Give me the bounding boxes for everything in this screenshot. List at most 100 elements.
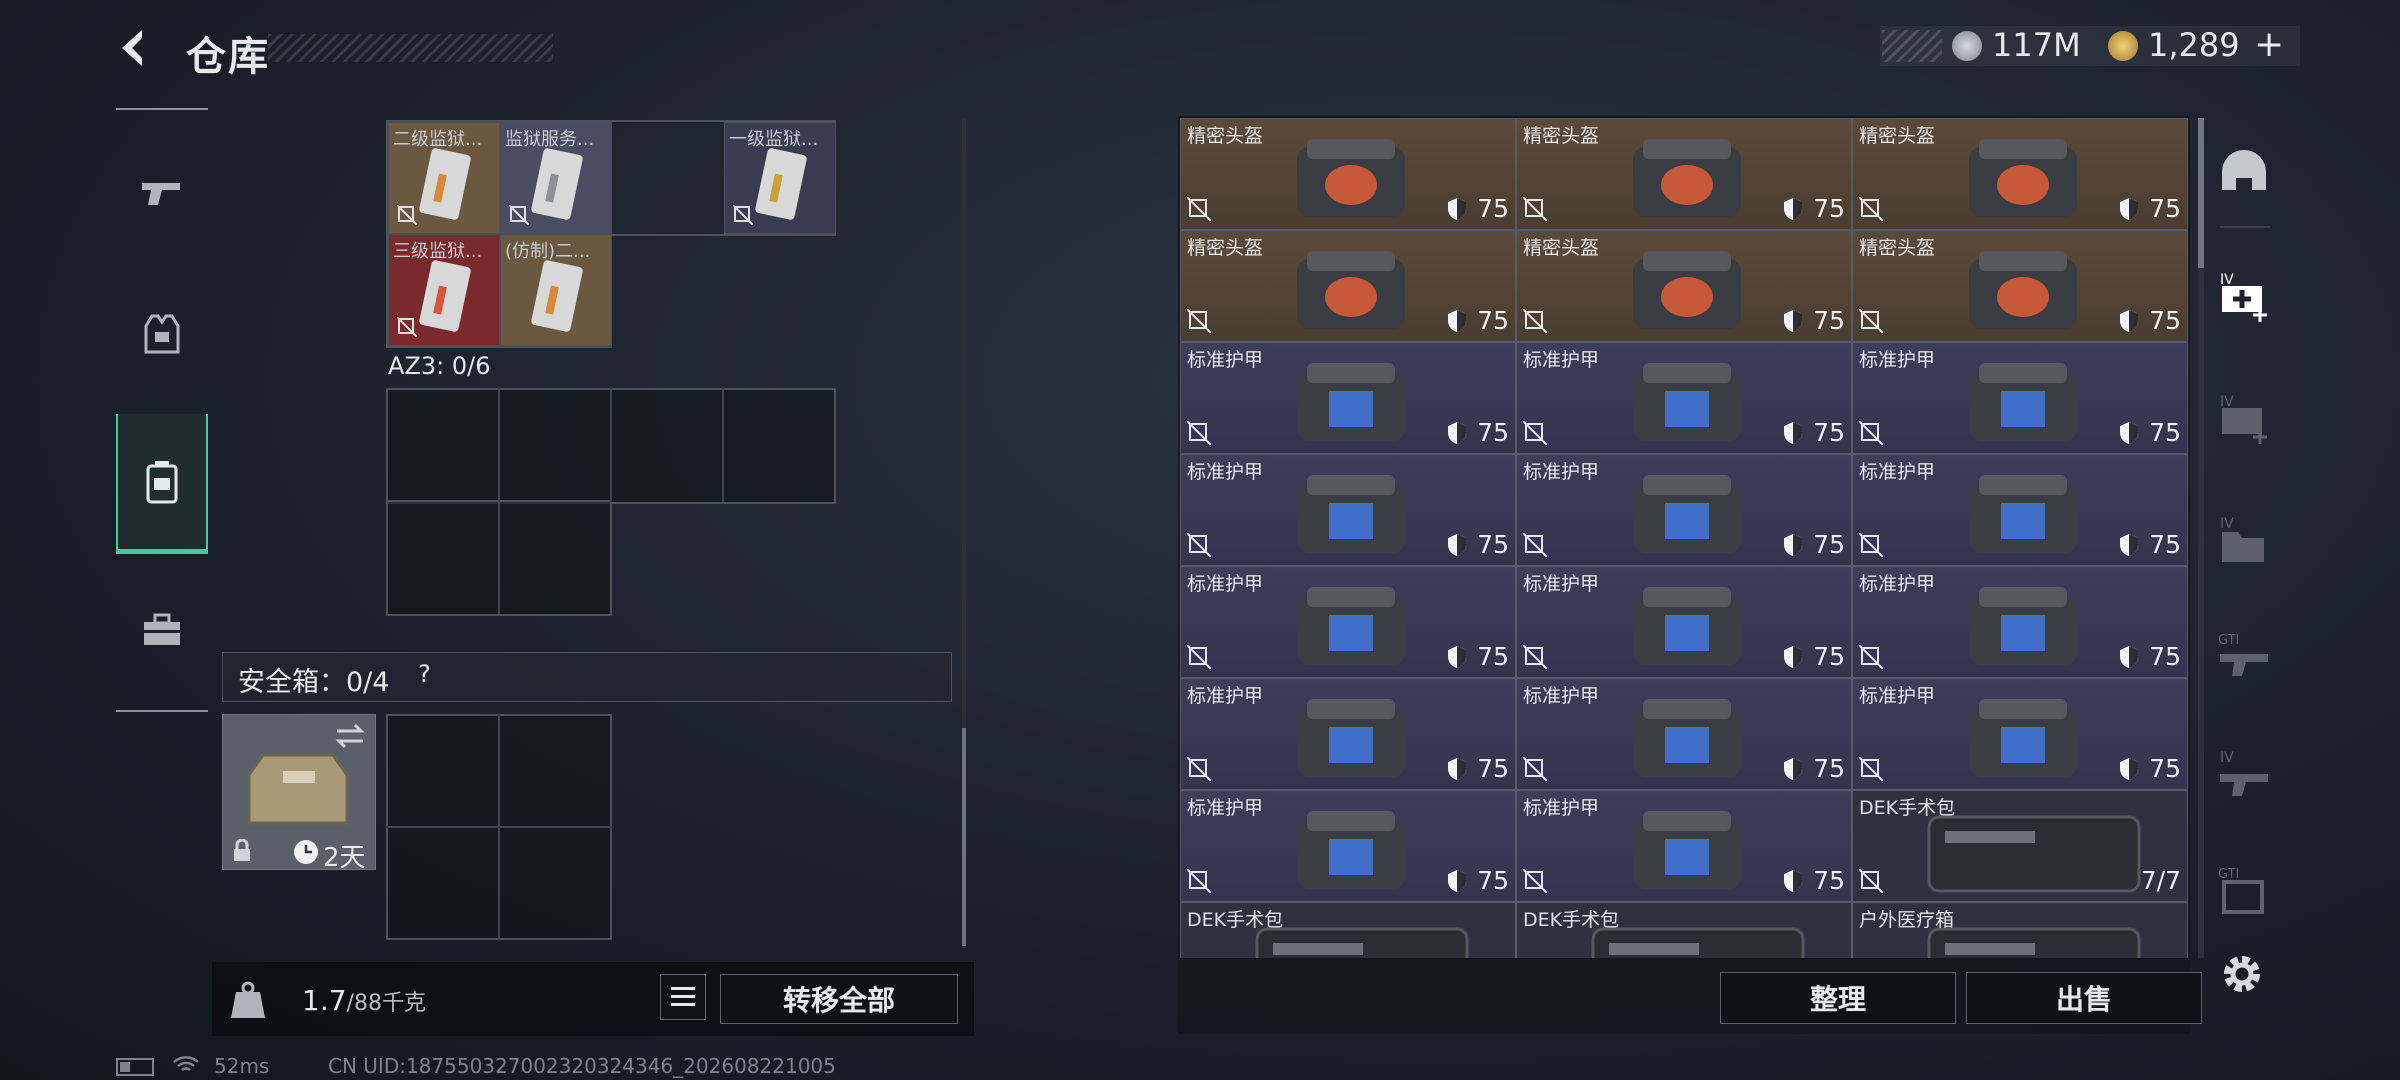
armor-item[interactable]: 标准护甲 75 [1852,342,2188,454]
item-durability: 75 [1813,194,1845,223]
armor-item[interactable]: 标准护甲 75 [1180,454,1516,566]
item-name: 标准护甲 [1187,573,1264,595]
armor-item[interactable]: 标准护甲 75 [1516,678,1852,790]
keycard-item[interactable]: 二级监狱... [388,122,500,234]
list-icon [671,987,695,1006]
weapon-filter-icon[interactable]: IV [2216,746,2272,802]
keycard-item[interactable]: (仿制)二... [500,234,612,346]
sort-button[interactable]: 整理 [1720,972,1956,1024]
helmet-item[interactable]: 精密头盔 75 [1516,230,1852,342]
nav-equipment-tab[interactable] [116,264,208,404]
weapon-filter-icon[interactable]: GTI [2216,628,2272,684]
medkit-item[interactable]: DEK手术包 7/7 [1852,790,2188,902]
secure-case-item[interactable]: 2天 [222,714,376,873]
medkit-filter-icon[interactable]: IV [2216,390,2272,446]
grid-line [498,388,500,614]
right-scrollbar-thumb[interactable] [2198,118,2204,268]
keycard-item[interactable]: 一级监狱... [724,122,836,234]
item-durability: 75 [1813,642,1845,671]
pistol-icon [142,183,180,205]
durability-shield-icon [1448,646,1466,668]
safe-box-label: 安全箱：0/4 [238,667,390,698]
helmet-filter-icon[interactable] [2216,146,2272,202]
durability-shield-icon [2120,198,2138,220]
helmet-item[interactable]: 精密头盔 75 [1852,118,2188,230]
helmet-item[interactable]: 精密头盔 75 [1516,118,1852,230]
item-name: 标准护甲 [1859,573,1936,595]
item-name: 标准护甲 [1859,685,1936,707]
item-name: 标准护甲 [1859,461,1936,483]
durability-shield-icon [2120,534,2138,556]
armor-item[interactable]: 标准护甲 75 [1852,566,2188,678]
container-filter-icon[interactable]: IV [2216,512,2272,568]
armor-item[interactable]: 标准护甲 75 [1852,678,2188,790]
item-name: 精密头盔 [1187,125,1264,147]
svg-text:GTI: GTI [2218,633,2239,648]
transfer-all-button[interactable]: 转移全部 [720,974,958,1024]
medkit-filter-icon[interactable]: IV [2216,268,2272,324]
item-durability: 75 [1477,866,1509,895]
armor-item[interactable]: 标准护甲 75 [1180,342,1516,454]
unlocked-icon [1859,197,1883,221]
nav-divider [116,108,208,110]
unlocked-icon [1187,197,1211,221]
helmet-item[interactable]: 精密头盔 75 [1852,230,2188,342]
back-arrow-icon[interactable] [112,24,160,72]
item-name: 精密头盔 [1523,237,1600,259]
item-durability: 75 [1813,530,1845,559]
medkit-item[interactable]: DEK手术包 [1180,902,1516,958]
durability-shield-icon [1448,534,1466,556]
helmet-item[interactable]: 精密头盔 75 [1180,118,1516,230]
unlocked-icon [1523,869,1547,893]
keycard-item[interactable]: 监狱服务... [500,122,612,234]
armor-image-icon [1297,811,1405,889]
medkit-item[interactable]: 户外医疗箱 [1852,902,2188,958]
item-durability: 75 [2149,642,2181,671]
nav-toolbox-tab[interactable] [116,560,208,700]
silver-currency-value: 117M [1992,26,2081,64]
unlocked-icon [1523,757,1547,781]
item-name: 标准护甲 [1523,349,1600,371]
armor-image-icon [1297,587,1405,665]
left-scrollbar-thumb[interactable] [962,728,966,946]
durability-shield-icon [1784,870,1802,892]
nav-weapons-tab[interactable] [116,122,208,262]
armor-item[interactable]: 标准护甲 75 [1516,454,1852,566]
settings-gear-icon[interactable] [2218,950,2266,998]
grid-line [722,388,724,502]
item-name: 户外医疗箱 [1859,909,1955,931]
medkit-item[interactable]: DEK手术包 [1516,902,1852,958]
list-view-button[interactable] [660,974,706,1020]
storage-grid: 精密头盔 75 精密头盔 75 精密头盔 75 精密头盔 75 精密头盔 75 精密头盔 75 标准护甲… [1180,118,2188,958]
item-durability: 75 [1477,194,1509,223]
keycard-item[interactable]: 三级监狱... [388,234,500,346]
unlocked-icon [1187,645,1211,669]
armor-item[interactable]: 标准护甲 75 [1852,454,2188,566]
armor-image-icon [1633,811,1741,889]
safe-help-button[interactable]: ? [418,660,431,688]
durability-shield-icon [1448,870,1466,892]
add-currency-button[interactable]: + [2254,24,2284,65]
armor-item[interactable]: 标准护甲 75 [1180,790,1516,902]
armor-item[interactable]: 标准护甲 75 [1516,342,1852,454]
az3-label: AZ3: 0/6 [388,352,491,380]
armor-image-icon [1633,363,1741,441]
unlocked-icon [1859,533,1883,557]
unlocked-icon [1859,757,1883,781]
armor-item[interactable]: 标准护甲 75 [1180,678,1516,790]
unlocked-icon [1187,309,1211,333]
helmet-item[interactable]: 精密头盔 75 [1180,230,1516,342]
armor-item[interactable]: 标准护甲 75 [1180,566,1516,678]
item-durability: 75 [1813,754,1845,783]
item-name: 标准护甲 [1187,797,1264,819]
unlocked-icon [1187,421,1211,445]
armor-item[interactable]: 标准护甲 75 [1516,566,1852,678]
item-durability: 75 [1477,754,1509,783]
armor-item[interactable]: 标准护甲 75 [1516,790,1852,902]
grid-line [610,388,612,502]
nav-backpack-tab[interactable] [116,414,208,554]
sell-button[interactable]: 出售 [1966,972,2202,1024]
surgery-kit-image-icon [1927,927,2141,958]
armor-image-icon [1969,475,2077,553]
case-filter-icon[interactable]: GTI [2216,862,2272,918]
